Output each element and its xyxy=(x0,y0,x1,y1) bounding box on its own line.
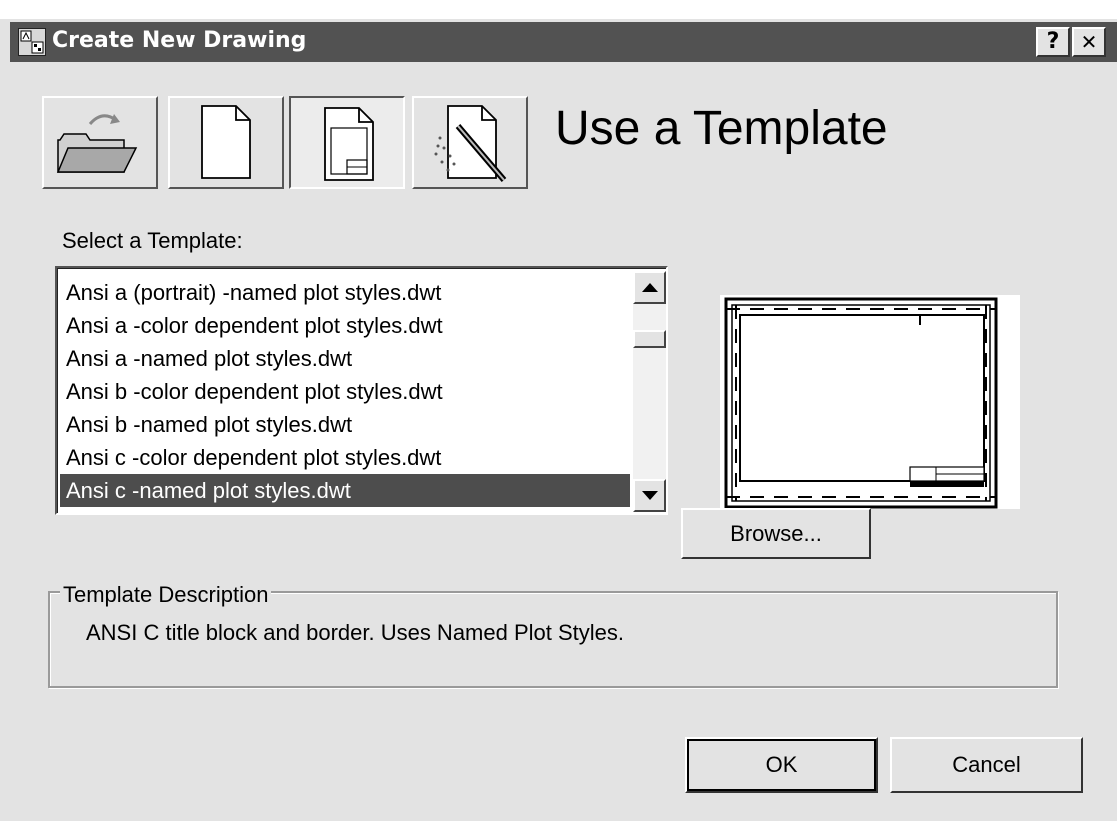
open-folder-icon xyxy=(56,114,138,173)
template-page-icon xyxy=(324,107,374,181)
close-button[interactable]: ✕ xyxy=(1072,27,1106,57)
template-list-item[interactable]: Ansi b -named plot styles.dwt xyxy=(60,408,630,441)
arrow-down-icon xyxy=(642,491,658,500)
vertical-scrollbar[interactable] xyxy=(633,271,666,512)
wizard-page-icon xyxy=(434,105,507,182)
start-from-scratch-button[interactable] xyxy=(168,96,284,189)
template-list-item[interactable]: Ansi c -color dependent plot styles.dwt xyxy=(60,441,630,474)
select-template-label: Select a Template: xyxy=(62,228,243,253)
arrow-up-icon xyxy=(642,283,658,292)
create-new-drawing-dialog: Create New Drawing ? ✕ Use a Template Se… xyxy=(0,19,1117,821)
title-bar[interactable]: Create New Drawing ? ✕ xyxy=(10,22,1117,62)
template-description-legend: Template Description xyxy=(60,582,272,608)
template-listbox[interactable]: Ansi a (portrait) -named plot styles.dwt… xyxy=(55,266,668,515)
autocad-app-icon xyxy=(18,28,46,56)
open-drawing-button[interactable] xyxy=(42,96,158,189)
page-heading: Use a Template xyxy=(555,102,888,155)
scroll-up-button[interactable] xyxy=(633,271,666,304)
ok-button[interactable]: OK xyxy=(685,737,878,793)
scroll-thumb[interactable] xyxy=(633,330,666,348)
template-description-text: ANSI C title block and border. Uses Name… xyxy=(86,620,625,645)
template-list-item[interactable]: Ansi a -named plot styles.dwt xyxy=(60,342,630,375)
template-preview xyxy=(720,295,1020,509)
template-list-item[interactable]: Ansi a -color dependent plot styles.dwt xyxy=(60,309,630,342)
use-template-button[interactable] xyxy=(289,96,405,189)
scroll-down-button[interactable] xyxy=(633,479,666,512)
template-list-item[interactable]: Ansi c -named plot styles.dwt xyxy=(60,474,630,507)
template-list-item[interactable]: Ansi a (portrait) -named plot styles.dwt xyxy=(60,276,630,309)
use-wizard-button[interactable] xyxy=(412,96,528,189)
blank-page-icon xyxy=(201,105,251,179)
window-title: Create New Drawing xyxy=(52,28,307,53)
cancel-button[interactable]: Cancel xyxy=(890,737,1083,793)
template-list: Ansi a (portrait) -named plot styles.dwt… xyxy=(60,276,630,507)
browse-button[interactable]: Browse... xyxy=(681,508,871,559)
help-button[interactable]: ? xyxy=(1036,27,1070,57)
drawing-preview-image xyxy=(724,297,998,509)
template-list-item[interactable]: Ansi b -color dependent plot styles.dwt xyxy=(60,375,630,408)
